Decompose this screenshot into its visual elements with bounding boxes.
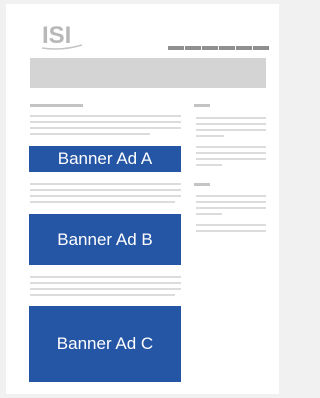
- sidebar-line-placeholder: [196, 164, 222, 166]
- nav-item: [219, 46, 235, 50]
- sidebar-line-placeholder: [196, 123, 266, 125]
- text-line-placeholder: [30, 115, 181, 117]
- banner-ad-c[interactable]: Banner Ad C: [29, 306, 181, 382]
- text-line-placeholder: [30, 288, 181, 290]
- text-line-placeholder: [30, 282, 181, 284]
- sidebar-line-placeholder: [196, 117, 266, 119]
- text-line-placeholder: [30, 201, 175, 203]
- sidebar-heading-placeholder: [194, 104, 210, 107]
- text-line-placeholder: [30, 195, 181, 197]
- sidebar-line-placeholder: [196, 230, 266, 232]
- nav-item: [168, 46, 184, 50]
- nav-item: [185, 46, 201, 50]
- sidebar-line-placeholder: [196, 146, 266, 148]
- nav-item: [202, 46, 218, 50]
- text-line-placeholder: [30, 189, 181, 191]
- text-line-placeholder: [30, 183, 181, 185]
- banner-ad-b[interactable]: Banner Ad B: [29, 214, 181, 265]
- sidebar-line-placeholder: [196, 158, 266, 160]
- banner-ad-a[interactable]: Banner Ad A: [29, 146, 181, 172]
- logo-swoosh-icon: [42, 44, 83, 50]
- nav-item: [236, 46, 252, 50]
- sidebar-line-placeholder: [196, 135, 224, 137]
- text-line-placeholder: [30, 133, 150, 135]
- sidebar-line-placeholder: [196, 201, 266, 203]
- sidebar-line-placeholder: [196, 213, 222, 215]
- logo: ISI: [42, 22, 84, 54]
- nav-menu-placeholder: [168, 46, 269, 51]
- sidebar-line-placeholder: [196, 224, 266, 226]
- sidebar-line-placeholder: [196, 129, 266, 131]
- text-line-placeholder: [30, 121, 181, 123]
- hero-placeholder: [30, 58, 266, 88]
- sidebar-line-placeholder: [196, 207, 266, 209]
- sidebar-line-placeholder: [196, 195, 266, 197]
- text-line-placeholder: [30, 276, 181, 278]
- nav-item: [253, 46, 269, 50]
- sidebar-line-placeholder: [196, 152, 266, 154]
- heading-placeholder: [30, 104, 83, 107]
- text-line-placeholder: [30, 127, 181, 129]
- sidebar-heading-placeholder: [194, 183, 210, 186]
- text-line-placeholder: [30, 294, 175, 296]
